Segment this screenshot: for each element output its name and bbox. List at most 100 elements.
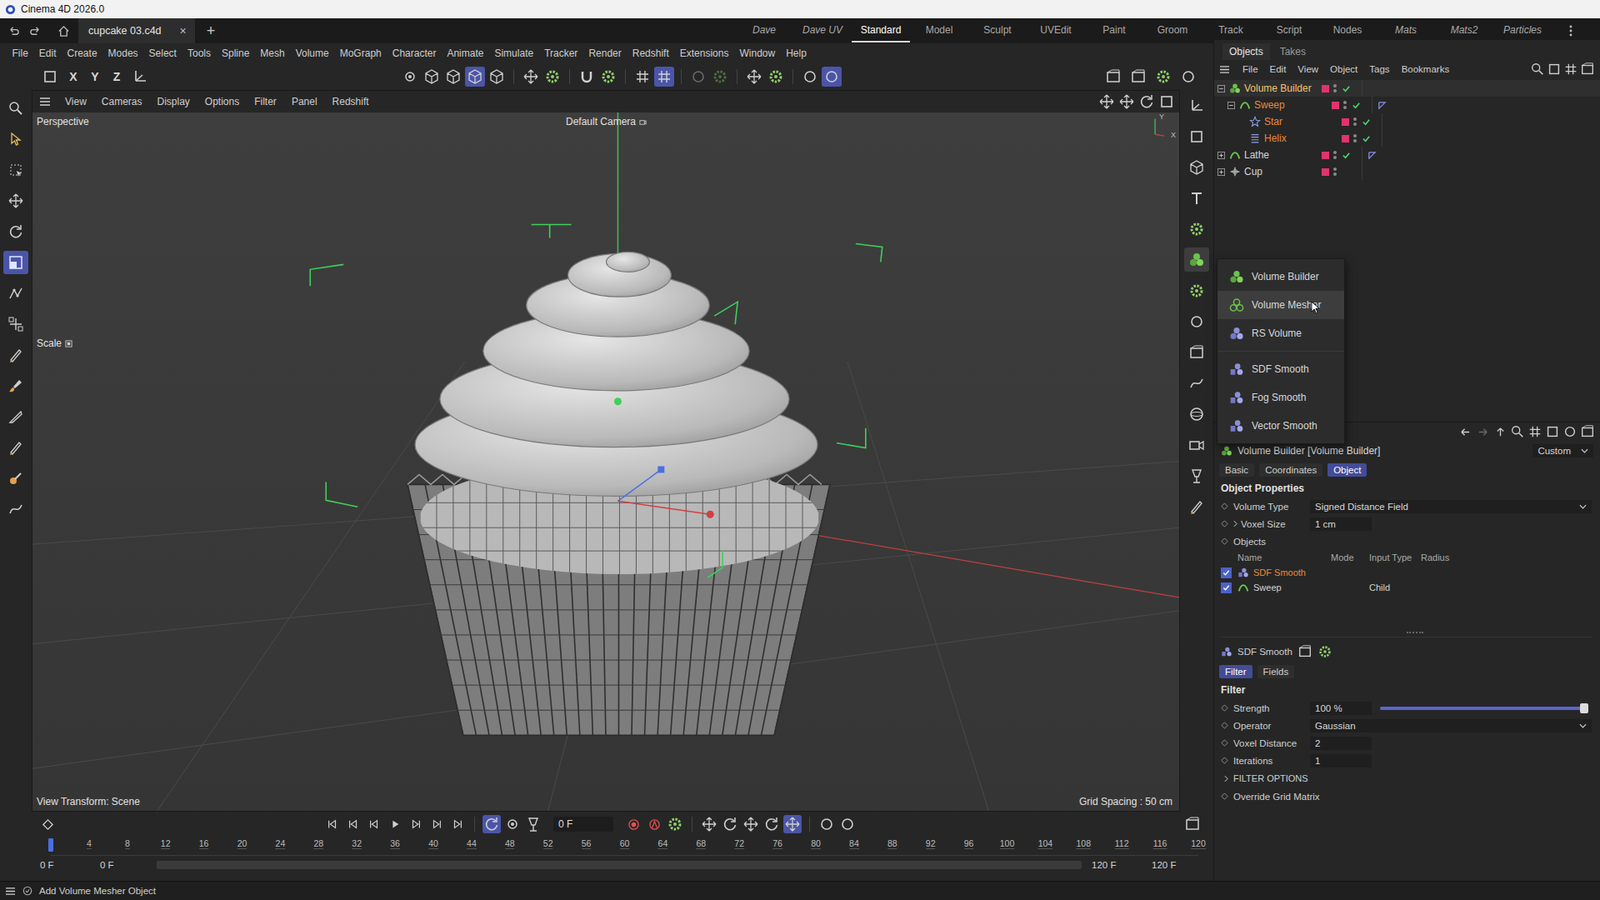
animation-diamond-icon[interactable] xyxy=(1220,739,1229,747)
visibility-dots[interactable] xyxy=(1333,150,1339,160)
filter-button[interactable] xyxy=(1527,424,1543,440)
home-button[interactable] xyxy=(1546,61,1562,77)
tool-button[interactable] xyxy=(3,158,29,182)
object-row[interactable]: Sweep xyxy=(1214,96,1600,114)
layer-color-swatch[interactable] xyxy=(1321,85,1330,93)
orbit-button[interactable] xyxy=(1137,92,1156,111)
layout-tab[interactable]: Mats xyxy=(1376,19,1435,43)
search-button[interactable] xyxy=(1530,61,1545,77)
transport-button[interactable] xyxy=(406,815,425,834)
flyout-item[interactable]: Vector Smooth xyxy=(1217,411,1345,440)
animation-diamond-icon[interactable] xyxy=(1220,792,1229,800)
visibility-dots[interactable] xyxy=(1353,117,1359,126)
more-button[interactable] xyxy=(1566,20,1575,41)
menu-item[interactable]: Simulate xyxy=(489,47,540,60)
row-checkbox[interactable] xyxy=(1220,582,1232,594)
enable-toggle[interactable] xyxy=(1361,115,1374,128)
expand-toggle[interactable] xyxy=(1217,168,1226,176)
expand-toggle[interactable] xyxy=(1227,101,1236,110)
phong-tag-icon[interactable] xyxy=(1377,100,1387,110)
axis-lock-button[interactable]: Y xyxy=(86,66,104,87)
range-start-field[interactable]: 0 F xyxy=(36,858,90,872)
layout-tab[interactable]: Nodes xyxy=(1318,19,1377,43)
filter-button[interactable] xyxy=(1563,61,1579,77)
object-name[interactable]: Lathe xyxy=(1244,149,1270,161)
animation-diamond-icon[interactable] xyxy=(1220,502,1229,510)
column-header[interactable]: Name xyxy=(1237,552,1331,563)
key-filter-button[interactable] xyxy=(741,815,760,834)
tool-button[interactable] xyxy=(3,497,29,521)
objects-menu-item[interactable]: View xyxy=(1291,64,1325,75)
layout-tab[interactable]: Standard xyxy=(851,19,910,43)
back-button[interactable] xyxy=(1457,424,1473,440)
tool-button[interactable] xyxy=(3,189,29,213)
render-view-button[interactable] xyxy=(1103,66,1124,87)
property-field[interactable]: 2 xyxy=(1310,736,1372,750)
layout-tab[interactable]: Dave xyxy=(735,19,794,43)
sound-button[interactable] xyxy=(524,815,543,834)
layout-tab[interactable]: Mats2 xyxy=(1435,19,1494,43)
toolbar-button[interactable] xyxy=(710,66,730,87)
transport-button[interactable] xyxy=(344,815,363,834)
palette-button[interactable] xyxy=(1184,216,1210,241)
toolbar-button[interactable] xyxy=(486,66,507,87)
tool-button[interactable] xyxy=(3,343,29,367)
flyout-item[interactable]: SDF Smooth xyxy=(1217,355,1345,384)
menu-item[interactable]: Mesh xyxy=(255,47,290,60)
up-button[interactable] xyxy=(1492,424,1508,440)
keying-button[interactable] xyxy=(665,815,685,834)
render-picture-viewer-button[interactable] xyxy=(1128,66,1149,87)
panel-tab[interactable]: Takes xyxy=(1273,43,1313,60)
axis-lock-button[interactable]: X xyxy=(65,66,82,87)
mode-dropdown[interactable]: Custom xyxy=(1532,444,1594,458)
menu-item[interactable]: Tools xyxy=(181,47,216,60)
palette-button[interactable] xyxy=(1184,278,1210,303)
transport-button[interactable] xyxy=(323,815,342,834)
tool-button[interactable] xyxy=(3,466,29,490)
layout-tab[interactable]: Sculpt xyxy=(968,19,1027,43)
input-object-row[interactable]: Sweep Child xyxy=(1220,580,1592,595)
close-tab-button[interactable]: × xyxy=(180,24,187,38)
palette-button[interactable] xyxy=(1184,247,1210,272)
object-name[interactable]: Sweep xyxy=(1254,99,1285,111)
layout-tab[interactable]: Groom xyxy=(1143,19,1202,43)
autokey-button[interactable] xyxy=(645,815,664,834)
column-header[interactable]: Mode xyxy=(1330,552,1370,563)
layer-color-swatch[interactable] xyxy=(1341,118,1350,126)
objects-menu-item[interactable]: File xyxy=(1236,64,1265,75)
tool-button[interactable] xyxy=(3,220,29,244)
maximize-button[interactable] xyxy=(1157,92,1176,111)
palette-button[interactable] xyxy=(1184,432,1210,457)
menu-item[interactable]: Redshift xyxy=(626,47,675,60)
undo-button[interactable] xyxy=(5,20,22,41)
toolbar-button[interactable] xyxy=(654,66,675,87)
menu-item[interactable]: MoGraph xyxy=(334,47,387,60)
expand-toggle[interactable] xyxy=(1217,85,1226,93)
layout-tab[interactable]: Dave UV xyxy=(793,19,852,43)
toolbar-button[interactable] xyxy=(765,66,786,87)
menu-item[interactable]: Render xyxy=(583,47,627,60)
toolbar-button[interactable] xyxy=(465,66,485,87)
tool-button[interactable] xyxy=(3,96,29,120)
home-button[interactable] xyxy=(55,20,72,41)
range-end-field[interactable]: 120 F xyxy=(1148,858,1202,872)
tool-button[interactable] xyxy=(3,405,29,429)
render-settings-button[interactable] xyxy=(1153,66,1174,87)
object-name[interactable]: Volume Builder xyxy=(1244,82,1312,95)
palette-button[interactable] xyxy=(1184,185,1210,210)
tool-button[interactable] xyxy=(3,374,29,398)
object-row[interactable]: Lathe xyxy=(1214,146,1600,164)
playhead[interactable] xyxy=(48,838,54,852)
object-row[interactable]: Volume Builder xyxy=(1214,80,1600,97)
animation-diamond-icon[interactable] xyxy=(1220,520,1229,528)
search-button[interactable] xyxy=(1510,424,1525,440)
axis-lock-button[interactable]: Z xyxy=(108,66,125,87)
menu-item[interactable]: File xyxy=(6,47,34,60)
menu-item[interactable]: Volume xyxy=(290,47,335,60)
dolly-button[interactable] xyxy=(1117,92,1136,111)
viewport-menu-item[interactable]: Filter xyxy=(246,95,285,108)
coordinate-space-button[interactable] xyxy=(130,66,150,87)
layout-tab[interactable]: UVEdit xyxy=(1026,19,1085,43)
motion-record-button[interactable] xyxy=(838,815,857,834)
chevron-right-icon[interactable] xyxy=(1233,520,1238,528)
